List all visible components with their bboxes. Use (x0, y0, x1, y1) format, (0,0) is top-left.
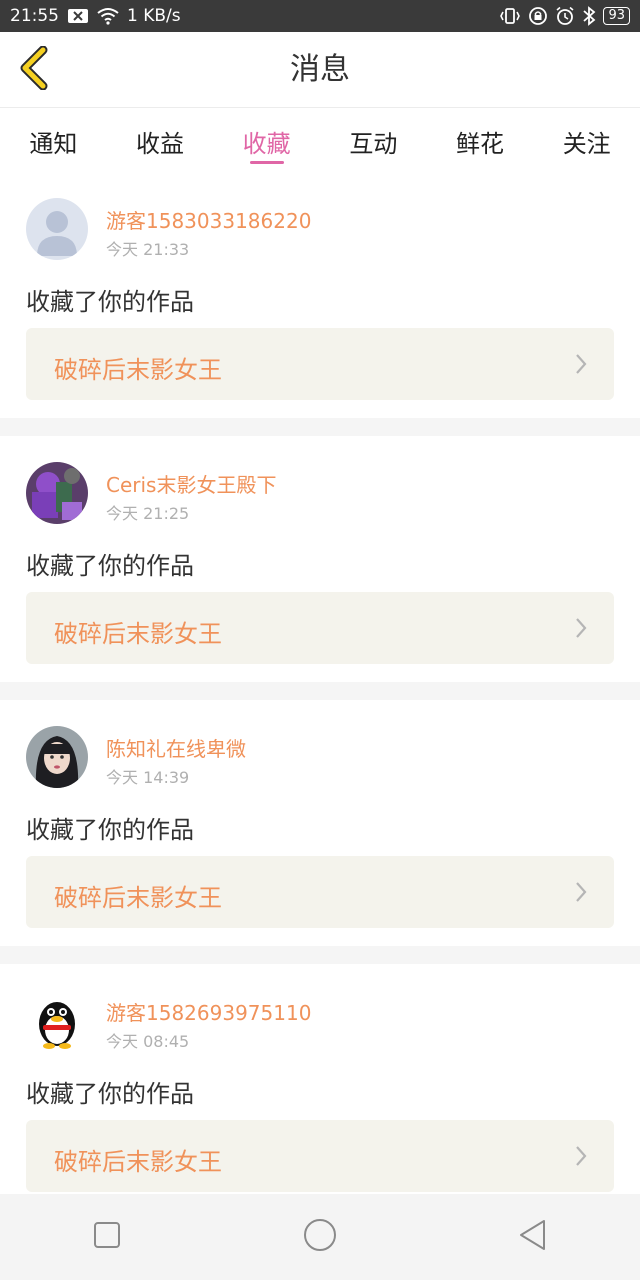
work-link[interactable]: 破碎后末影女王 (26, 1120, 614, 1192)
message-list: 游客1583033186220 今天 21:33 收藏了你的作品 破碎后末影女王… (0, 172, 640, 1210)
status-time: 21:55 (10, 6, 59, 26)
alarm-icon (555, 6, 575, 26)
recents-square-icon (93, 1221, 121, 1253)
purple-character-avatar-icon[interactable] (26, 462, 88, 524)
back-nav-button[interactable] (503, 1207, 563, 1267)
default-avatar-icon[interactable] (26, 198, 88, 260)
message-item: 游客1582693975110 今天 08:45 收藏了你的作品 破碎后末影女王 (0, 964, 640, 1210)
action-text: 收藏了你的作品 (26, 1080, 194, 1108)
username[interactable]: Ceris末影女王殿下 (106, 469, 276, 498)
chevron-right-icon (574, 352, 588, 380)
divider (0, 418, 640, 436)
username[interactable]: 游客1583033186220 (106, 205, 311, 234)
work-title: 破碎后末影女王 (54, 620, 222, 648)
divider (0, 946, 640, 964)
bluetooth-icon (582, 6, 596, 26)
chevron-right-icon (574, 1144, 588, 1172)
tab-flowers[interactable]: 鲜花 (427, 108, 534, 172)
username[interactable]: 游客1582693975110 (106, 997, 311, 1026)
header: 消息 (0, 32, 640, 108)
work-link[interactable]: 破碎后末影女王 (26, 328, 614, 400)
chevron-right-icon (574, 880, 588, 908)
work-title: 破碎后末影女王 (54, 884, 222, 912)
work-title: 破碎后末影女王 (54, 356, 222, 384)
username[interactable]: 陈知礼在线卑微 (106, 733, 246, 762)
tab-bar: 通知 收益 收藏 互动 鲜花 关注 (0, 108, 640, 172)
back-triangle-icon (518, 1219, 548, 1255)
girl-photo-avatar-icon[interactable] (26, 726, 88, 788)
message-item: Ceris末影女王殿下 今天 21:25 收藏了你的作品 破碎后末影女王 (0, 436, 640, 682)
status-bar: 21:55 1 KB/s 93 (0, 0, 640, 32)
work-link[interactable]: 破碎后末影女王 (26, 592, 614, 664)
home-circle-icon (303, 1218, 337, 1256)
penguin-avatar-icon[interactable] (26, 990, 88, 1052)
tab-earnings[interactable]: 收益 (107, 108, 214, 172)
work-link[interactable]: 破碎后末影女王 (26, 856, 614, 928)
tab-favorites[interactable]: 收藏 (213, 108, 320, 172)
battery-icon: 93 (603, 7, 630, 25)
notification-icon (67, 8, 89, 24)
lock-rotation-icon (528, 6, 548, 26)
message-item: 游客1583033186220 今天 21:33 收藏了你的作品 破碎后末影女王 (0, 172, 640, 418)
recents-button[interactable] (77, 1207, 137, 1267)
tab-interactions[interactable]: 互动 (320, 108, 427, 172)
message-item: 陈知礼在线卑微 今天 14:39 收藏了你的作品 破碎后末影女王 (0, 700, 640, 946)
timestamp: 今天 14:39 (106, 768, 190, 787)
chevron-right-icon (574, 616, 588, 644)
action-text: 收藏了你的作品 (26, 288, 194, 316)
timestamp: 今天 21:33 (106, 240, 190, 259)
system-nav-bar (0, 1194, 640, 1280)
divider (0, 682, 640, 700)
work-title: 破碎后末影女王 (54, 1148, 222, 1176)
network-speed: 1 KB/s (127, 6, 181, 26)
page-title: 消息 (290, 52, 350, 87)
timestamp: 今天 21:25 (106, 504, 190, 523)
tab-notifications[interactable]: 通知 (0, 108, 107, 172)
action-text: 收藏了你的作品 (26, 816, 194, 844)
tab-follows[interactable]: 关注 (533, 108, 640, 172)
wifi-icon (97, 7, 119, 25)
timestamp: 今天 08:45 (106, 1032, 190, 1051)
home-button[interactable] (290, 1207, 350, 1267)
action-text: 收藏了你的作品 (26, 552, 194, 580)
vibrate-icon (499, 7, 521, 25)
